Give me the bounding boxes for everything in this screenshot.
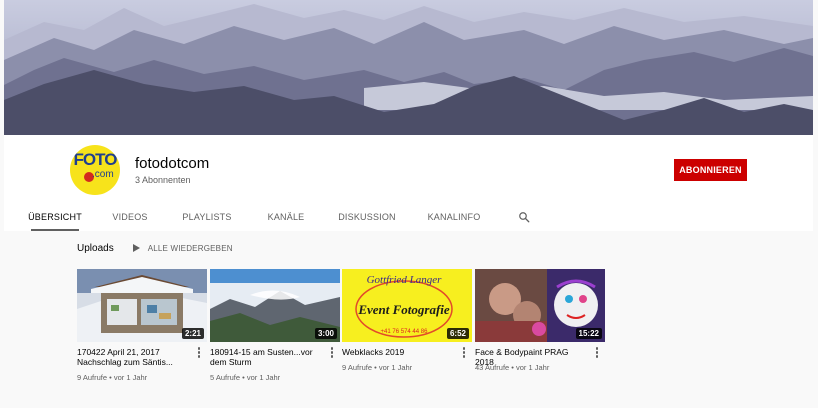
video-item[interactable]: 2:21 170422 April 21, 2017 Nachschlag zu… [77, 269, 207, 382]
mountain-banner-image [4, 0, 813, 135]
subscriber-count: 3 Abonnenten [135, 175, 191, 185]
tab-overview[interactable]: ÜBERSICHT [28, 202, 82, 231]
video-thumbnail[interactable]: 15:22 [475, 269, 605, 342]
video-title[interactable]: Webklacks 2019 [342, 347, 454, 357]
more-options-icon[interactable] [595, 347, 599, 359]
video-item[interactable]: 15:22 Face & Bodypaint PRAG 2018 43 Aufr… [475, 269, 605, 372]
video-thumbnail[interactable]: Gottfried Langer Event Fotografie +41 76… [342, 269, 472, 342]
avatar-logo-text: FOTO [73, 150, 118, 169]
video-meta: 43 Aufrufe • vor 1 Jahr [475, 363, 550, 372]
channel-header: FOTO .com fotodotcom 3 Abonnenten ABONNI… [4, 135, 813, 231]
tab-playlists[interactable]: PLAYLISTS [182, 202, 232, 231]
video-duration: 15:22 [575, 328, 602, 339]
video-duration: 6:52 [446, 328, 469, 339]
video-thumbnail[interactable]: 2:21 [77, 269, 207, 342]
uploads-title[interactable]: Uploads [77, 243, 114, 254]
more-options-icon[interactable] [197, 347, 201, 359]
thumb-event-label: Event Fotografie [357, 302, 450, 317]
channel-banner [4, 0, 813, 135]
search-icon[interactable] [518, 211, 530, 223]
play-icon [132, 244, 140, 252]
more-options-icon[interactable] [330, 347, 334, 359]
uploads-shelf-header: Uploads ALLE WIEDERGEBEN [77, 242, 233, 254]
tab-channels[interactable]: KANÄLE [265, 202, 307, 231]
video-item[interactable]: Gottfried Langer Event Fotografie +41 76… [342, 269, 472, 372]
tab-videos[interactable]: VIDEOS [110, 202, 150, 231]
video-thumbnail[interactable]: 3:00 [210, 269, 340, 342]
more-options-icon[interactable] [462, 347, 466, 359]
video-duration: 3:00 [314, 328, 337, 339]
tab-about[interactable]: KANALINFO [428, 202, 481, 231]
play-all-button[interactable]: ALLE WIEDERGEBEN [132, 243, 233, 253]
subscribe-button[interactable]: ABONNIEREN [674, 159, 747, 181]
video-meta: 5 Aufrufe • vor 1 Jahr [210, 373, 281, 382]
thumb-phone: +41 76 574 44 86 [381, 329, 429, 335]
video-meta: 9 Aufrufe • vor 1 Jahr [77, 373, 148, 382]
video-title[interactable]: 170422 April 21, 2017 Nachschlag zum Sän… [77, 347, 189, 367]
avatar-logo-subtext: .com [92, 169, 114, 180]
tab-discussion[interactable]: DISKUSSION [338, 202, 396, 231]
channel-avatar[interactable]: FOTO .com [70, 145, 120, 195]
video-title[interactable]: 180914-15 am Susten...vor dem Sturm [210, 347, 322, 367]
video-duration: 2:21 [181, 328, 204, 339]
channel-name: fotodotcom [135, 155, 210, 172]
video-item[interactable]: 3:00 180914-15 am Susten...vor dem Sturm… [210, 269, 340, 382]
video-meta: 9 Aufrufe • vor 1 Jahr [342, 363, 413, 372]
thumb-photographer-name: Gottfried Langer [367, 274, 443, 286]
channel-tabs: ÜBERSICHT VIDEOS PLAYLISTS KANÄLE DISKUS… [4, 202, 813, 231]
play-all-label: ALLE WIEDERGEBEN [147, 243, 233, 253]
